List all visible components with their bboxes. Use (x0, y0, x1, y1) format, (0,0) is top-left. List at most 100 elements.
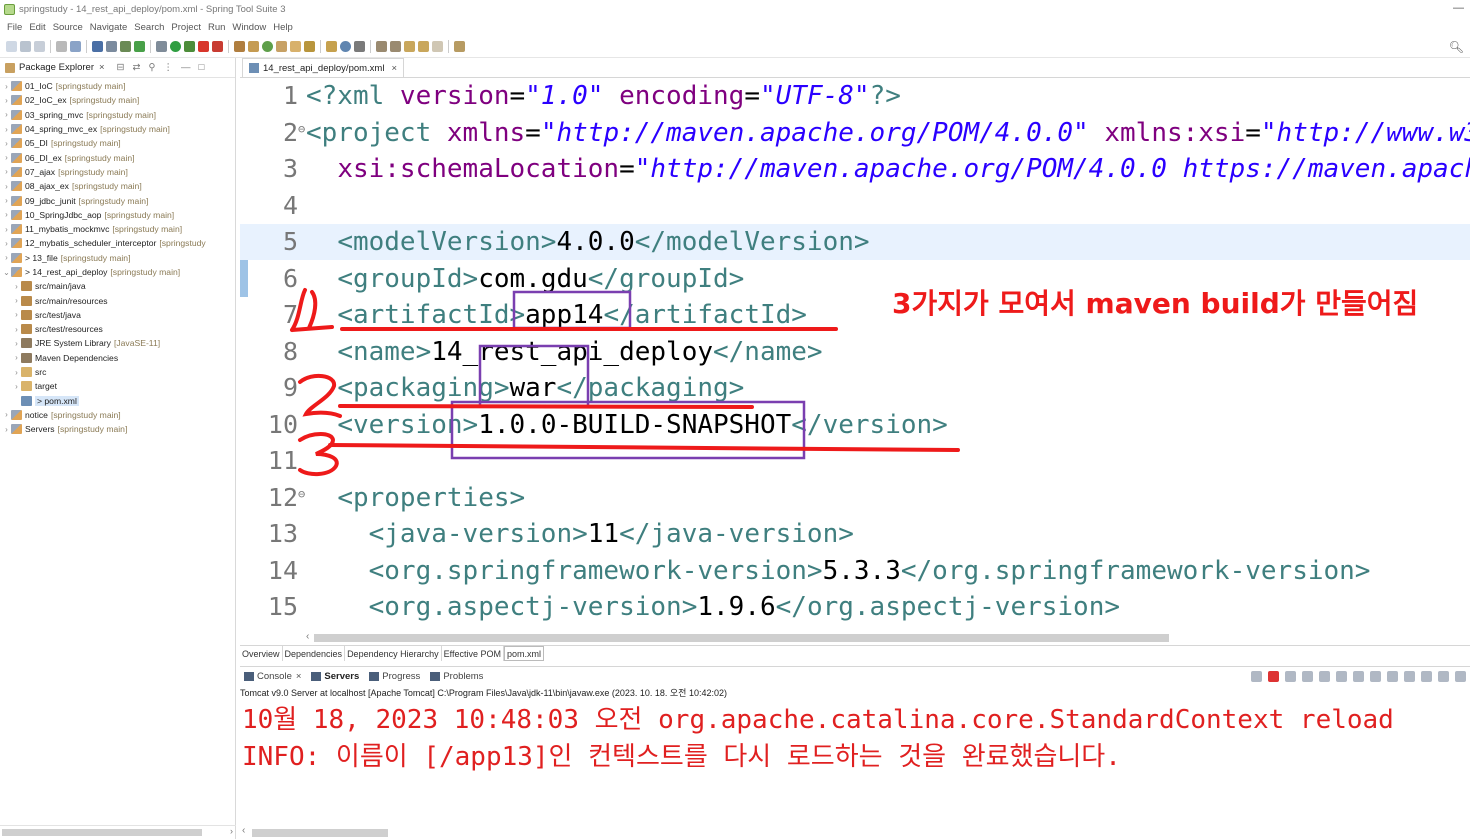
menu-file[interactable]: File (5, 22, 27, 33)
clear-console-icon[interactable] (1319, 671, 1330, 682)
code-line[interactable]: 13 <java-version>11</java-version> (240, 516, 1470, 552)
menu-project[interactable]: Project (169, 22, 206, 33)
tree-project-item[interactable]: › 05_DI [springstudy main] (0, 136, 236, 150)
pin-editor-icon[interactable] (454, 41, 465, 52)
debug-icon[interactable] (156, 41, 167, 52)
next-annotation-icon[interactable] (376, 41, 387, 52)
collapse-all-icon[interactable]: ⊟ (117, 62, 125, 73)
chevron-right-icon[interactable]: › (2, 167, 11, 176)
package-explorer-tab[interactable]: Package Explorer × ⊟ ⇄ ⚲ ⋮ — □ (0, 58, 235, 78)
tree-item[interactable]: › src/main/resources (0, 293, 236, 307)
tree-project-item[interactable]: › 06_DI_ex [springstudy main] (0, 150, 236, 164)
close-icon[interactable]: × (99, 62, 105, 73)
chevron-right-icon[interactable]: › (2, 139, 11, 148)
menu-window[interactable]: Window (230, 22, 271, 33)
refresh-icon[interactable] (134, 41, 145, 52)
code-line[interactable]: 14 <org.springframework-version>5.3.3</o… (240, 553, 1470, 589)
minimize-icon[interactable]: — (1453, 2, 1464, 14)
chevron-right-icon[interactable]: › (2, 110, 11, 119)
tree-item[interactable]: › Maven Dependencies (0, 351, 236, 365)
tree-item[interactable]: › src/test/resources (0, 322, 236, 336)
scrollbar-thumb[interactable] (314, 634, 1169, 642)
editor-tab-pom[interactable]: 14_rest_api_deploy/pom.xml × (242, 58, 405, 77)
tree-project-item[interactable]: ⌄ > 14_rest_api_deploy [springstudy main] (0, 265, 236, 279)
chevron-right-icon[interactable]: › (2, 210, 11, 219)
chevron-right-icon[interactable]: › (12, 296, 21, 305)
menu-search[interactable]: Search (132, 22, 169, 33)
tab-servers[interactable]: Servers (311, 671, 359, 682)
code-line[interactable]: 9 <packaging>war</packaging> (240, 370, 1470, 406)
chevron-right-icon[interactable]: › (12, 382, 21, 391)
chevron-right-icon[interactable]: › (12, 310, 21, 319)
chevron-right-icon[interactable]: › (2, 182, 11, 191)
new-class-icon[interactable] (262, 41, 273, 52)
tree-project-item[interactable]: › 02_IoC_ex [springstudy main] (0, 93, 236, 107)
search-icon[interactable]: 🔍︎ (1449, 40, 1464, 54)
tab-progress[interactable]: Progress (369, 671, 420, 682)
minimize-view-icon[interactable] (1438, 671, 1449, 682)
code-line[interactable]: 2 ⊖ <project xmlns="http://maven.apache.or… (240, 115, 1470, 151)
skip-breakpoints-icon[interactable] (106, 41, 117, 52)
tree-project-item[interactable]: › 04_spring_mvc_ex [springstudy main] (0, 122, 236, 136)
chevron-right-icon[interactable]: › (2, 225, 11, 234)
menu-edit[interactable]: Edit (27, 22, 50, 33)
print-icon[interactable] (56, 41, 67, 52)
close-icon[interactable]: × (296, 671, 302, 682)
web-browser-icon[interactable] (340, 41, 351, 52)
tree-project-item[interactable]: › 11_mybatis_mockmvc [springstudy main] (0, 222, 236, 236)
tree-project-item[interactable]: › 09_jdbc_junit [springstudy main] (0, 193, 236, 207)
tree-project-item[interactable]: › 08_ajax_ex [springstudy main] (0, 179, 236, 193)
back-icon[interactable] (418, 41, 429, 52)
save-all-icon[interactable] (34, 41, 45, 52)
menu-run[interactable]: Run (206, 22, 230, 33)
chevron-right-icon[interactable]: › (2, 96, 11, 105)
toggle-mark-icon[interactable] (354, 41, 365, 52)
tree-item[interactable]: › src/test/java (0, 308, 236, 322)
editor-horizontal-scrollbar[interactable]: ‹ (306, 631, 1470, 644)
tree-project-item[interactable]: › 12_mybatis_scheduler_interceptor [spring… (0, 236, 236, 250)
pom-tab-overview[interactable]: Overview (240, 646, 283, 661)
tree-project-item[interactable]: › 07_ajax [springstudy main] (0, 165, 236, 179)
previous-annotation-icon[interactable] (390, 41, 401, 52)
external-tools-icon[interactable] (212, 41, 223, 52)
tab-console[interactable]: Console × (244, 671, 301, 682)
fold-toggle-icon[interactable]: ⊖ (298, 476, 305, 512)
chevron-right-icon[interactable]: › (2, 153, 11, 162)
link-editor-icon[interactable]: ⇄ (133, 62, 141, 73)
menu-help[interactable]: Help (271, 22, 298, 33)
coverage-icon[interactable] (184, 41, 195, 52)
console-horizontal-scrollbar[interactable]: ‹ (240, 825, 1470, 839)
show-stderr-icon[interactable] (1387, 671, 1398, 682)
search-tool-icon[interactable] (304, 41, 315, 52)
open-task-icon[interactable] (290, 41, 301, 52)
chevron-right-icon[interactable]: › (2, 410, 11, 419)
tree-project-item[interactable]: › notice [springstudy main] (0, 408, 236, 422)
view-menu-icon[interactable]: ⋮ (163, 62, 173, 73)
code-line[interactable]: 10 <version>1.0.0-BUILD-SNAPSHOT</versio… (240, 407, 1470, 443)
tree-item[interactable]: › src (0, 365, 236, 379)
code-line[interactable]: 11 (240, 443, 1470, 479)
save-icon[interactable] (20, 41, 31, 52)
tree-item[interactable]: > pom.xml (0, 394, 236, 408)
chevron-right-icon[interactable]: › (2, 253, 11, 262)
maximize-view-icon[interactable] (1455, 671, 1466, 682)
code-line[interactable]: 3 xsi:schemaLocation="http://maven.apach… (240, 151, 1470, 187)
scrollbar-thumb[interactable] (252, 829, 388, 837)
code-line[interactable]: 8 <name>14_rest_api_deploy</name> (240, 334, 1470, 370)
chevron-right-icon[interactable]: › (2, 196, 11, 205)
chevron-down-icon[interactable]: ⌄ (2, 268, 11, 277)
code-line[interactable]: 15 <org.aspectj-version>1.9.6</org.aspec… (240, 589, 1470, 625)
scroll-left-icon[interactable]: ‹ (242, 825, 245, 836)
scroll-left-icon[interactable]: ‹ (306, 631, 309, 642)
tree-item[interactable]: › src/main/java (0, 279, 236, 293)
open-console-icon[interactable] (1421, 671, 1432, 682)
open-type-icon[interactable] (276, 41, 287, 52)
tree-item[interactable]: › target (0, 379, 236, 393)
scrollbar-thumb[interactable] (2, 829, 202, 836)
annotation-icon[interactable] (326, 41, 337, 52)
chevron-right-icon[interactable]: › (12, 339, 21, 348)
tree-project-item[interactable]: › > 13_file [springstudy main] (0, 251, 236, 265)
pin-console-icon[interactable] (1336, 671, 1347, 682)
forward-icon[interactable] (432, 41, 443, 52)
chevron-right-icon[interactable]: › (12, 325, 21, 334)
